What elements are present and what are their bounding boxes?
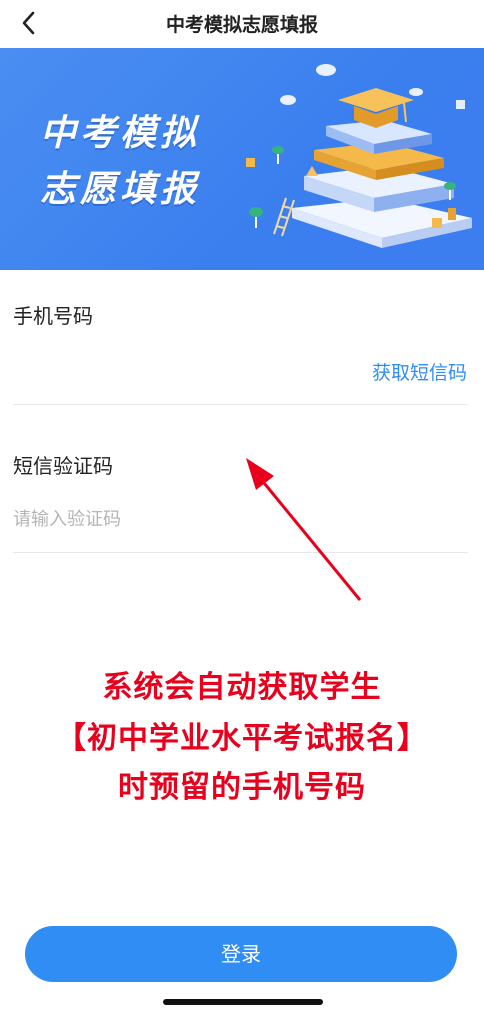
phone-label: 手机号码 [13,304,93,328]
sms-code-label: 短信验证码 [13,454,113,478]
banner-title-line2: 志愿填报 [40,169,201,210]
login-button[interactable]: 登录 [25,926,457,982]
notice-line-1: 系统会自动获取学生 [102,670,382,705]
notice-line-3: 时预留的手机号码 [118,770,366,805]
home-indicator [163,999,323,1005]
books-illustration [246,64,472,248]
get-sms-code-button[interactable]: 获取短信码 [372,358,467,385]
notice-line-2: 【初中学业水平考试报名】 [56,721,428,756]
arrow-icon [246,458,362,601]
banner: 中考模拟 志愿填报 [0,48,484,270]
page-title: 中考模拟志愿填报 [165,14,318,36]
divider [13,404,468,405]
header-bar: 中考模拟志愿填报 [0,0,484,46]
banner-title-line1: 中考模拟 [40,113,201,154]
